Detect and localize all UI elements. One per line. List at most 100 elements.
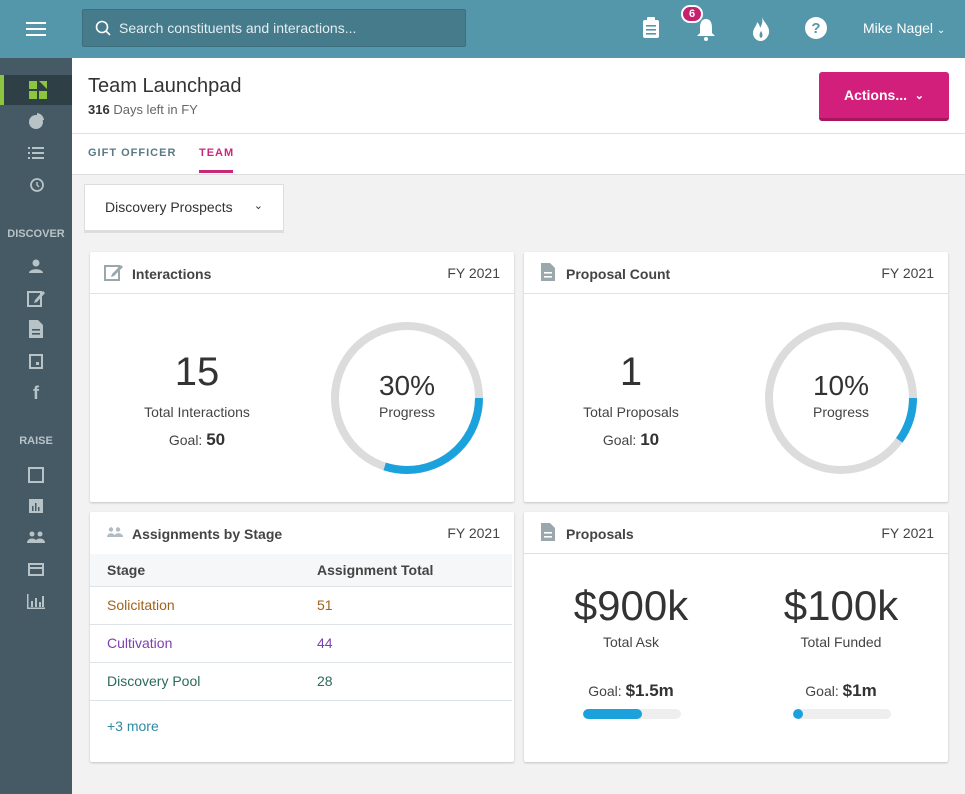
fiscal-year: FY 2021 [447,525,500,541]
clipboard-icon[interactable] [642,17,660,39]
facebook-icon: f [33,382,39,403]
card-header: Proposals FY 2021 [524,512,948,554]
goal-value: 50 [206,430,226,449]
card-header: Interactions FY 2021 [90,252,514,294]
dropdown-value: Discovery Prospects [105,199,233,215]
stage-total: 51 [300,586,512,625]
sidebar-item-lists[interactable] [0,138,72,168]
calendar-icon [28,466,44,483]
sidebar-item-proposals[interactable] [0,314,72,344]
column-header-total: Assignment Total [300,554,512,587]
credit-card-icon [28,562,44,576]
sidebar-item-interactions[interactable] [0,283,72,313]
column-header-stage: Stage [90,554,300,587]
sidebar-item-stats[interactable] [0,586,72,616]
page-title: Team Launchpad [88,75,242,97]
actions-button[interactable]: Actions... ⌄ [819,72,949,121]
tab-bar: GIFT OFFICER TEAM [72,134,965,175]
table-row[interactable]: Solicitation 51 [90,586,512,625]
total-label: Total Proposals [583,404,679,420]
sidebar-item-history[interactable] [0,170,72,200]
ask-goal: Goal: $1.5m [541,681,721,701]
goal-value: 10 [640,430,660,449]
total-ask-label: Total Ask [602,634,660,650]
total-funded-label: Total Funded [800,634,882,650]
sidebar-item-facebook[interactable]: f [0,378,72,408]
assignments-card: Assignments by Stage FY 2021 Stage Assign… [90,512,514,762]
progress-fill [583,709,642,719]
bar-chart-icon [29,499,43,513]
goal-label: Goal: [168,432,203,448]
show-more-link[interactable]: +3 more [107,718,159,734]
document-icon [541,263,555,281]
sidebar-item-launchpad[interactable] [0,75,72,105]
flame-icon[interactable] [751,17,771,41]
sidebar-section-discover: DISCOVER [7,228,65,240]
card-title: Proposals [566,526,634,542]
sidebar-item-calendar[interactable] [0,459,72,489]
person-icon [29,259,43,273]
search-placeholder: Search constituents and interactions... [119,20,357,36]
tab-gift-officer[interactable]: GIFT OFFICER [88,147,176,159]
user-name: Mike Nagel [863,20,934,36]
table-row[interactable]: Discovery Pool 28 [90,662,512,701]
stage-name[interactable]: Cultivation [90,624,300,663]
table-row[interactable]: Cultivation 44 [90,624,512,663]
proposals-card: Proposals FY 2021 $900k Total Ask Goal: … [524,512,948,762]
funded-progress-bar [793,709,891,719]
help-icon[interactable]: ? [805,17,827,39]
notification-badge: 6 [681,5,704,23]
goal-value: $1m [842,681,877,700]
search-input[interactable]: Search constituents and interactions... [82,9,466,47]
sidebar-item-constituents[interactable] [0,251,72,281]
card-title: Proposal Count [566,266,671,282]
history-icon [30,178,44,192]
chevron-down-icon: ⌄ [914,89,924,102]
progress-label: Progress [812,404,870,420]
fiscal-year: FY 2021 [881,265,934,281]
menu-button[interactable] [0,0,72,58]
total-value: 15 [174,350,220,394]
ask-progress-bar [583,709,681,719]
goal-label: Goal: [805,683,839,699]
sidebar-item-reports[interactable] [0,106,72,136]
stats-icon [27,593,45,609]
stage-name[interactable]: Solicitation [90,586,300,625]
list-icon [28,146,44,159]
progress-percent: 30% [378,370,436,401]
total-label: Total Interactions [144,404,250,420]
edit-icon [27,291,45,307]
page-header: Team Launchpad 316 Days left in FY Actio… [72,58,965,134]
total-funded-value: $100k [783,582,899,629]
dashboard-icon [29,81,47,99]
sidebar-section-raise: RAISE [19,435,53,447]
days-left-label: Days left in FY [113,102,198,117]
days-left: 316 Days left in FY [88,102,198,117]
sidebar-item-payments[interactable] [0,554,72,584]
prospect-filter-dropdown[interactable]: Discovery Prospects ⌄ [84,184,284,231]
progress-fill [793,709,803,719]
funded-goal: Goal: $1m [751,681,931,701]
proposal-count-card: Proposal Count FY 2021 1 Total Proposals… [524,252,948,502]
user-menu[interactable]: Mike Nagel ⌄ [863,20,945,36]
sidebar-item-analytics[interactable] [0,491,72,521]
assignments-table: Stage Assignment Total Solicitation 51 Cul… [90,554,512,701]
stage-name[interactable]: Discovery Pool [90,662,300,701]
calendar-icon [29,354,43,369]
document-icon [541,523,555,541]
actions-label: Actions... [843,87,907,103]
sidebar-item-events[interactable] [0,346,72,376]
total-value: 1 [619,350,643,394]
stage-total: 28 [300,662,512,701]
goal-label: Goal: [588,683,622,699]
goal: Goal: 10 [551,430,711,450]
chevron-down-icon: ⌄ [253,200,263,212]
chevron-down-icon: ⌄ [936,25,946,36]
sidebar-item-teams[interactable] [0,522,72,552]
donut-label: 10% Progress [761,370,921,420]
donut-label: 30% Progress [327,370,487,420]
search-icon [95,20,111,36]
menu-icon [26,22,46,36]
tab-team[interactable]: TEAM [199,147,234,159]
fiscal-year: FY 2021 [447,265,500,281]
